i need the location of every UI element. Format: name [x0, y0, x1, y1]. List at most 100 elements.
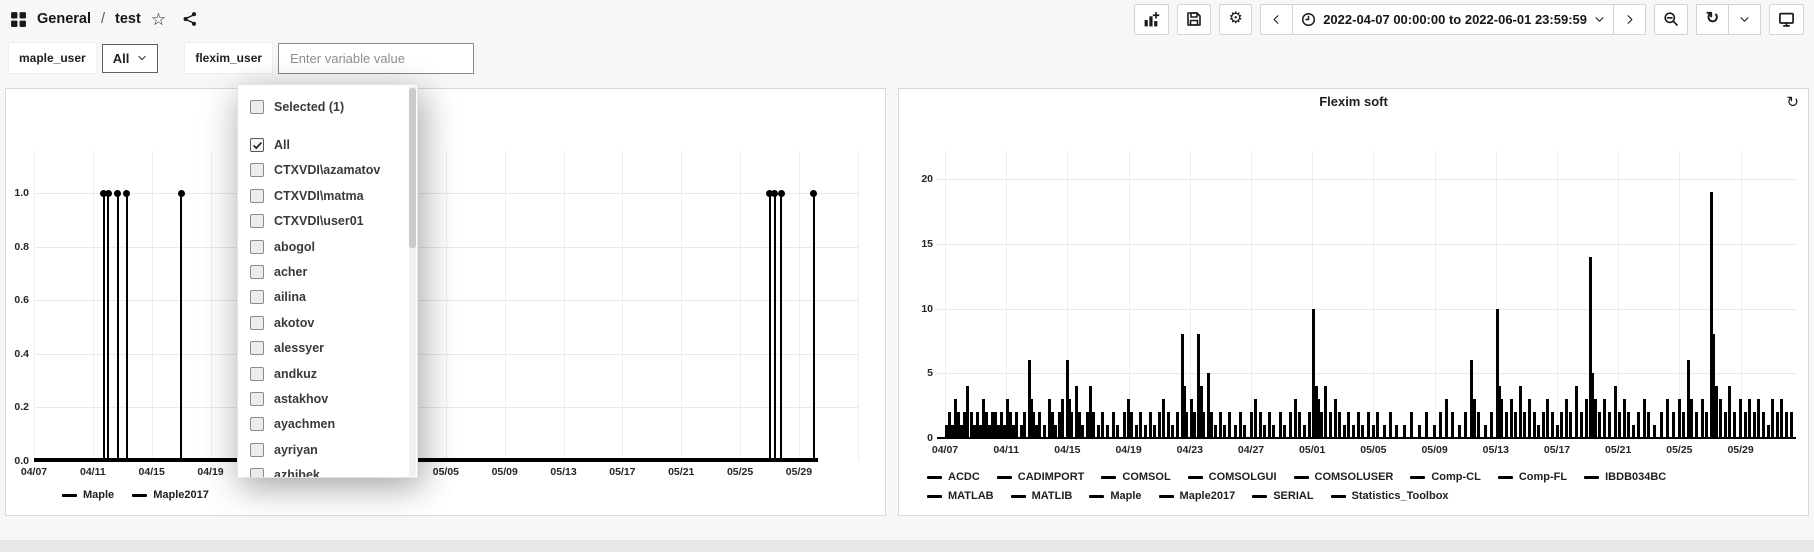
data-bar	[1403, 425, 1406, 438]
data-bar	[1477, 412, 1480, 438]
dropdown-item[interactable]: All	[250, 132, 417, 157]
legend-item-maple2017[interactable]: Maple2017	[1159, 490, 1236, 502]
scrollbar-thumb[interactable]	[409, 88, 416, 248]
event-point	[778, 190, 785, 197]
variable-input-flexim-user[interactable]	[278, 43, 474, 74]
chart-legend: Maple Maple2017	[62, 489, 209, 501]
series-dash-icon	[62, 494, 77, 497]
legend-item-matlib[interactable]: MATLIB	[1011, 490, 1073, 502]
data-bar	[1357, 412, 1360, 438]
data-bar	[1701, 399, 1704, 438]
legend-item-maple[interactable]: Maple	[1089, 490, 1141, 502]
legend-item-ibdb034bc[interactable]: IBDB034BC	[1584, 471, 1666, 483]
share-icon[interactable]	[182, 11, 198, 27]
event-spike	[107, 193, 109, 461]
legend-item-maple2017[interactable]: Maple2017	[132, 489, 209, 501]
dropdown-item[interactable]: astakhov	[250, 386, 417, 411]
maple-usage-chart: 1.00.80.60.40.20.004/0704/1104/1504/1904…	[6, 89, 885, 515]
data-bar	[1542, 412, 1545, 438]
series-dash-icon	[1188, 476, 1203, 479]
data-bar	[1598, 412, 1601, 438]
dropdown-item[interactable]: azhibek	[250, 462, 417, 478]
data-bar	[1303, 425, 1306, 438]
legend-item-maple[interactable]: Maple	[62, 489, 114, 501]
time-shift-back-button[interactable]	[1260, 4, 1293, 35]
dropdown-item[interactable]: ailina	[250, 285, 417, 310]
series-dash-icon	[1498, 476, 1513, 479]
dropdown-item[interactable]: akotov	[250, 310, 417, 335]
add-panel-button[interactable]	[1134, 4, 1169, 35]
data-bar	[1724, 412, 1727, 438]
legend-item-comp-fl[interactable]: Comp-FL	[1498, 471, 1567, 483]
legend-item-statistics-toolbox[interactable]: Statistics_Toolbox	[1331, 490, 1449, 502]
save-dashboard-button[interactable]	[1177, 4, 1211, 35]
legend-label: MATLIB	[1032, 490, 1073, 502]
legend-item-cadimport[interactable]: CADIMPORT	[997, 471, 1085, 483]
x-axis-label: 05/09	[1421, 444, 1447, 456]
dropdown-item[interactable]: andkuz	[250, 361, 417, 386]
star-icon[interactable]: ☆	[151, 11, 166, 28]
dropdown-item[interactable]: acher	[250, 259, 417, 284]
event-spike	[180, 193, 182, 461]
legend-item-matlab[interactable]: MATLAB	[927, 490, 994, 502]
legend-item-comsolgui[interactable]: COMSOLGUI	[1188, 471, 1277, 483]
data-bar	[1500, 399, 1503, 438]
data-bar	[1528, 399, 1531, 438]
checkbox-icon	[250, 316, 264, 330]
data-bar	[1070, 412, 1073, 438]
legend-item-acdc[interactable]: ACDC	[927, 471, 980, 483]
x-axis-label: 05/29	[786, 466, 812, 478]
refresh-icon: ↻	[1706, 11, 1719, 27]
data-bar	[1653, 425, 1656, 438]
dropdown-item[interactable]: Selected (1)	[250, 94, 417, 119]
dashboard-settings-button[interactable]: ⚙	[1219, 4, 1252, 35]
event-spike	[813, 193, 815, 461]
x-axis-label: 05/17	[609, 466, 635, 478]
time-shift-forward-button[interactable]	[1613, 4, 1646, 35]
data-bar	[1505, 412, 1508, 438]
variable-select-maple-user[interactable]: All	[102, 44, 159, 73]
data-bar	[1771, 399, 1774, 438]
data-bar	[1785, 412, 1788, 438]
dropdown-item[interactable]: CTXVDI\azamatov	[250, 158, 417, 183]
dropdown-item[interactable]: CTXVDI\matma	[250, 183, 417, 208]
variables-row: maple_user All flexim_user	[8, 42, 474, 74]
refresh-interval-button[interactable]	[1728, 4, 1761, 35]
breadcrumb-folder[interactable]: General	[37, 11, 91, 27]
data-bar	[1223, 425, 1226, 438]
grid-line	[937, 309, 1796, 310]
dropdown-item[interactable]: ayriyan	[250, 437, 417, 462]
series-dash-icon	[1584, 476, 1599, 479]
data-bar	[1324, 386, 1327, 438]
legend-item-comsol[interactable]: COMSOL	[1101, 471, 1170, 483]
zoom-out-button[interactable]	[1654, 4, 1688, 35]
dropdown-item[interactable]: CTXVDI\user01	[250, 209, 417, 234]
series-dash-icon	[1252, 495, 1267, 498]
series-dash-icon	[132, 494, 147, 497]
legend-item-serial[interactable]: SERIAL	[1252, 490, 1313, 502]
data-bar	[1279, 412, 1282, 438]
legend-item-comp-cl[interactable]: Comp-CL	[1410, 471, 1481, 483]
data-bar	[1352, 425, 1355, 438]
data-bar	[1101, 412, 1104, 438]
dropdown-item[interactable]: alessyer	[250, 336, 417, 361]
cycle-view-button[interactable]	[1769, 4, 1804, 35]
dropdown-item[interactable]: ayachmen	[250, 412, 417, 437]
x-axis-label: 04/15	[1054, 444, 1080, 456]
breadcrumb-dashboard[interactable]: test	[115, 11, 141, 27]
x-axis-label: 05/01	[1299, 444, 1325, 456]
event-spike	[774, 193, 776, 461]
refresh-button[interactable]: ↻	[1696, 4, 1729, 35]
x-axis-label: 05/13	[1483, 444, 1509, 456]
data-bar	[1623, 399, 1626, 438]
grid-line	[1251, 151, 1252, 438]
checkbox-icon	[250, 417, 264, 431]
data-bar	[1594, 399, 1597, 438]
dashboards-grid-icon[interactable]	[10, 11, 27, 28]
time-range-picker-button[interactable]: 2022-04-07 00:00:00 to 2022-06-01 23:59:…	[1292, 4, 1614, 35]
dropdown-scrollbar[interactable]	[409, 86, 416, 476]
flexim-soft-chart: 2015105004/0704/1104/1504/1904/2304/2705…	[899, 89, 1808, 515]
legend-item-comsoluser[interactable]: COMSOLUSER	[1294, 471, 1394, 483]
dropdown-item[interactable]: abogol	[250, 234, 417, 259]
series-dash-icon	[1011, 495, 1026, 498]
